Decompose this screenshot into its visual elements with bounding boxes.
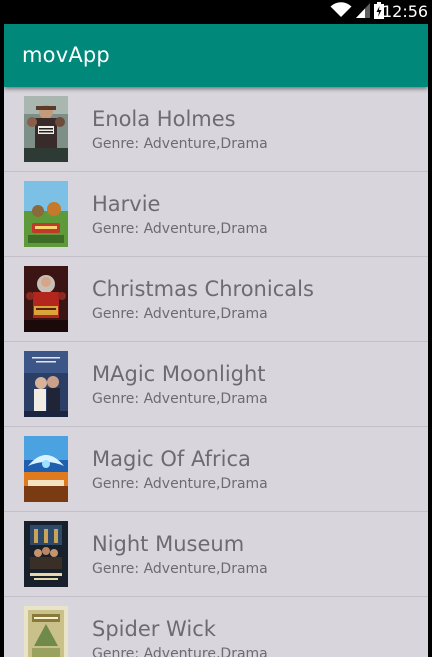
movie-list-item[interactable]: Enola Holmes Genre: Adventure,Drama [4,87,428,172]
movie-genre: Genre: Adventure,Drama [92,561,268,577]
movie-list-item[interactable]: Night Museum Genre: Adventure,Drama [4,512,428,597]
movie-title: Magic Of Africa [92,447,251,471]
enola-holmes-poster [24,96,68,162]
movie-title: Enola Holmes [92,107,236,131]
christmas-chronicals-poster [24,266,68,332]
app-bar: movApp [4,24,428,87]
movie-genre: Genre: Adventure,Drama [92,306,268,322]
status-icons [330,1,384,22]
movie-list-item[interactable]: Harvie Genre: Adventure,Drama [4,172,428,257]
signal-icon [356,2,370,22]
movie-list-item[interactable]: Spider Wick Genre: Adventure,Drama [4,597,428,657]
status-bar: 12:56 [4,0,428,24]
movie-title: MAgic Moonlight [92,362,266,386]
wifi-icon [330,2,352,22]
movie-title: Night Museum [92,532,245,556]
harvie-poster [24,181,68,247]
magic-moonlight-poster [24,351,68,417]
movie-list-item[interactable]: Christmas Chronicals Genre: Adventure,Dr… [4,257,428,342]
magic-of-africa-poster [24,436,68,502]
movie-title: Christmas Chronicals [92,277,314,301]
movie-list-item[interactable]: MAgic Moonlight Genre: Adventure,Drama [4,342,428,427]
movie-list[interactable]: Enola Holmes Genre: Adventure,Drama Harv… [4,87,428,657]
movie-list-item[interactable]: Magic Of Africa Genre: Adventure,Drama [4,427,428,512]
movie-genre: Genre: Adventure,Drama [92,391,268,407]
movie-title: Harvie [92,192,161,216]
app-screen: 12:56 movApp Enola Holmes Genre: Adventu… [4,0,428,657]
movie-title: Spider Wick [92,617,216,641]
movie-genre: Genre: Adventure,Drama [92,646,268,657]
spider-wick-poster [24,606,68,657]
movie-genre: Genre: Adventure,Drama [92,221,268,237]
movie-genre: Genre: Adventure,Drama [92,136,268,152]
movie-genre: Genre: Adventure,Drama [92,476,268,492]
app-title: movApp [22,43,110,67]
night-museum-poster [24,521,68,587]
status-time: 12:56 [382,2,428,21]
